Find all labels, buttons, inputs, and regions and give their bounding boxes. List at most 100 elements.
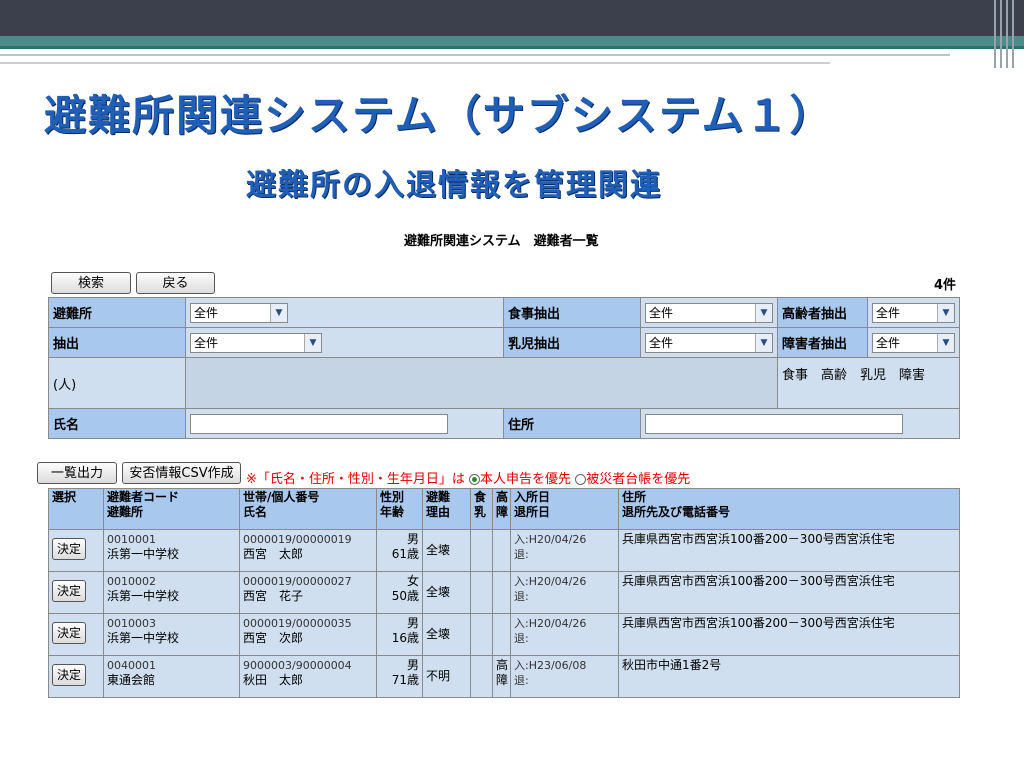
back-button[interactable]: 戻る [136, 272, 215, 294]
in-date: 入:H23/06/08 [514, 659, 587, 672]
infant-label: 乳児抽出 [503, 327, 641, 358]
elderly-select[interactable]: 全件 ▼ [872, 302, 955, 323]
csv-create-button[interactable]: 安否情報CSV作成 [122, 462, 241, 484]
shelter-label: 避難所 [48, 297, 186, 328]
col-address: 住所 退所先及び電話番号 [618, 488, 960, 530]
slide-deco-vline [1006, 0, 1008, 68]
address: 兵庫県西宮市西宮浜100番200－300号西宮浜住宅 [618, 613, 960, 656]
evacuee-table: 選択 避難者コード 避難所 世帯/個人番号 氏名 性別 年齢 避難 理由 食乳 高障 入… [48, 488, 960, 698]
slide-deco-line [0, 54, 950, 56]
elderly-flag [492, 613, 511, 656]
priority-note-text: ※「氏名・住所・性別・生年月日」は [246, 472, 465, 487]
people-columns: 食事 高齢 乳児 障害 [777, 357, 960, 409]
address: 兵庫県西宮市西宮浜100番200－300号西宮浜住宅 [618, 571, 960, 614]
person-name: 西宮 花子 [243, 589, 304, 603]
age: 71歳 [391, 673, 419, 687]
in-date: 入:H20/04/26 [514, 575, 587, 588]
food-flag [470, 655, 493, 698]
food-flag [470, 571, 493, 614]
chevron-down-icon: ▼ [755, 303, 772, 322]
chevron-down-icon: ▼ [937, 303, 954, 322]
food-flag [470, 529, 493, 572]
shelter-name: 浜第一中学校 [107, 547, 180, 561]
table-row: 決定 0010003 浜第一中学校 0000019/00000035 西宮 次郎 男… [48, 613, 960, 656]
address: 兵庫県西宮市西宮浜100番200－300号西宮浜住宅 [618, 529, 960, 572]
elderly-flag: 高 障 [492, 655, 511, 698]
col-reason: 避難 理由 [422, 488, 471, 530]
out-date: 退: [514, 632, 529, 645]
reason: 全壊 [426, 627, 451, 641]
household-number: 9000003/90000004 [243, 659, 352, 672]
filter-table: 避難所 全件 ▼ 食事抽出 全件 ▼ 高齢者抽出 全件 ▼ 抽出 全件 ▼ 乳児抽出 全… [48, 297, 960, 439]
age: 61歳 [391, 547, 419, 561]
col-food: 食乳 [470, 488, 493, 530]
shelter-name: 浜第一中学校 [107, 631, 180, 645]
infant-select[interactable]: 全件 ▼ [645, 332, 773, 353]
table-header-row: 選択 避難者コード 避難所 世帯/個人番号 氏名 性別 年齢 避難 理由 食乳 高障 入… [48, 488, 960, 530]
radio-self-report[interactable] [469, 474, 481, 485]
evacuee-code: 0040001 [107, 659, 156, 672]
household-number: 0000019/00000019 [243, 533, 352, 546]
slide-accent-bar [0, 36, 1024, 46]
people-label: (人) [48, 357, 186, 409]
shelter-name: 東通会館 [107, 673, 156, 687]
name-input[interactable] [190, 413, 448, 434]
slide-subtitle: 避難所の入退情報を管理関連 [246, 168, 662, 203]
slide-deco-vline [994, 0, 996, 68]
col-code: 避難者コード 避難所 [103, 488, 240, 530]
food-select[interactable]: 全件 ▼ [645, 302, 773, 323]
household-number: 0000019/00000027 [243, 575, 352, 588]
person-name: 秋田 太郎 [243, 673, 304, 687]
slide-deco-vline [1012, 0, 1014, 68]
col-sex-age: 性別 年齢 [376, 488, 423, 530]
age: 50歳 [391, 589, 419, 603]
name-label: 氏名 [48, 408, 186, 439]
col-household: 世帯/個人番号 氏名 [239, 488, 377, 530]
radio-register-label: 被災者台帳を優先 [586, 472, 691, 487]
in-date: 入:H20/04/26 [514, 617, 587, 630]
priority-note: ※「氏名・住所・性別・生年月日」は 本人申告を優先 被災者台帳を優先 [246, 468, 690, 487]
extract-select[interactable]: 全件 ▼ [190, 332, 322, 353]
elderly-flag [492, 571, 511, 614]
address-input[interactable] [645, 413, 903, 434]
age: 16歳 [391, 631, 419, 645]
extract-label: 抽出 [48, 327, 186, 358]
table-row: 決定 0010002 浜第一中学校 0000019/00000027 西宮 花子 女… [48, 571, 960, 614]
reason: 不明 [426, 669, 451, 683]
slide-top-bar [0, 0, 1024, 36]
decide-button[interactable]: 決定 [52, 622, 87, 644]
search-button[interactable]: 検索 [51, 272, 131, 294]
sex: 女 [406, 574, 419, 588]
evacuee-code: 0010002 [107, 575, 156, 588]
elderly-label: 高齢者抽出 [777, 297, 868, 328]
people-area [185, 357, 778, 409]
decide-button[interactable]: 決定 [52, 580, 87, 602]
app-screenshot: 避難所関連システム 避難者一覧 検索 戻る 4件 避難所 全件 ▼ 食事抽出 全件… [0, 222, 1024, 702]
col-dates: 入所日 退所日 [510, 488, 619, 530]
in-date: 入:H20/04/26 [514, 533, 587, 546]
list-output-button[interactable]: 一覧出力 [37, 462, 117, 484]
sex: 男 [406, 616, 419, 630]
slide-accent-line [0, 46, 1024, 49]
out-date: 退: [514, 674, 529, 687]
col-elderly: 高障 [492, 488, 511, 530]
col-select: 選択 [48, 488, 104, 530]
radio-self-report-label: 本人申告を優先 [480, 472, 572, 487]
sex: 男 [406, 658, 419, 672]
chevron-down-icon: ▼ [755, 333, 772, 352]
evacuee-code: 0010001 [107, 533, 156, 546]
out-date: 退: [514, 590, 529, 603]
decide-button[interactable]: 決定 [52, 664, 87, 686]
shelter-select[interactable]: 全件 ▼ [190, 302, 288, 323]
person-name: 西宮 次郎 [243, 631, 304, 645]
chevron-down-icon: ▼ [937, 333, 954, 352]
result-count: 4件 [933, 278, 956, 293]
decide-button[interactable]: 決定 [52, 538, 87, 560]
slide-deco-vline [1000, 0, 1002, 68]
radio-register[interactable] [575, 474, 587, 485]
disabled-select[interactable]: 全件 ▼ [872, 332, 955, 353]
slide-title: 避難所関連システム（サブシステム１） [44, 91, 834, 140]
sex: 男 [406, 532, 419, 546]
out-date: 退: [514, 548, 529, 561]
table-row: 決定 0010001 浜第一中学校 0000019/00000019 西宮 太郎 男… [48, 529, 960, 572]
